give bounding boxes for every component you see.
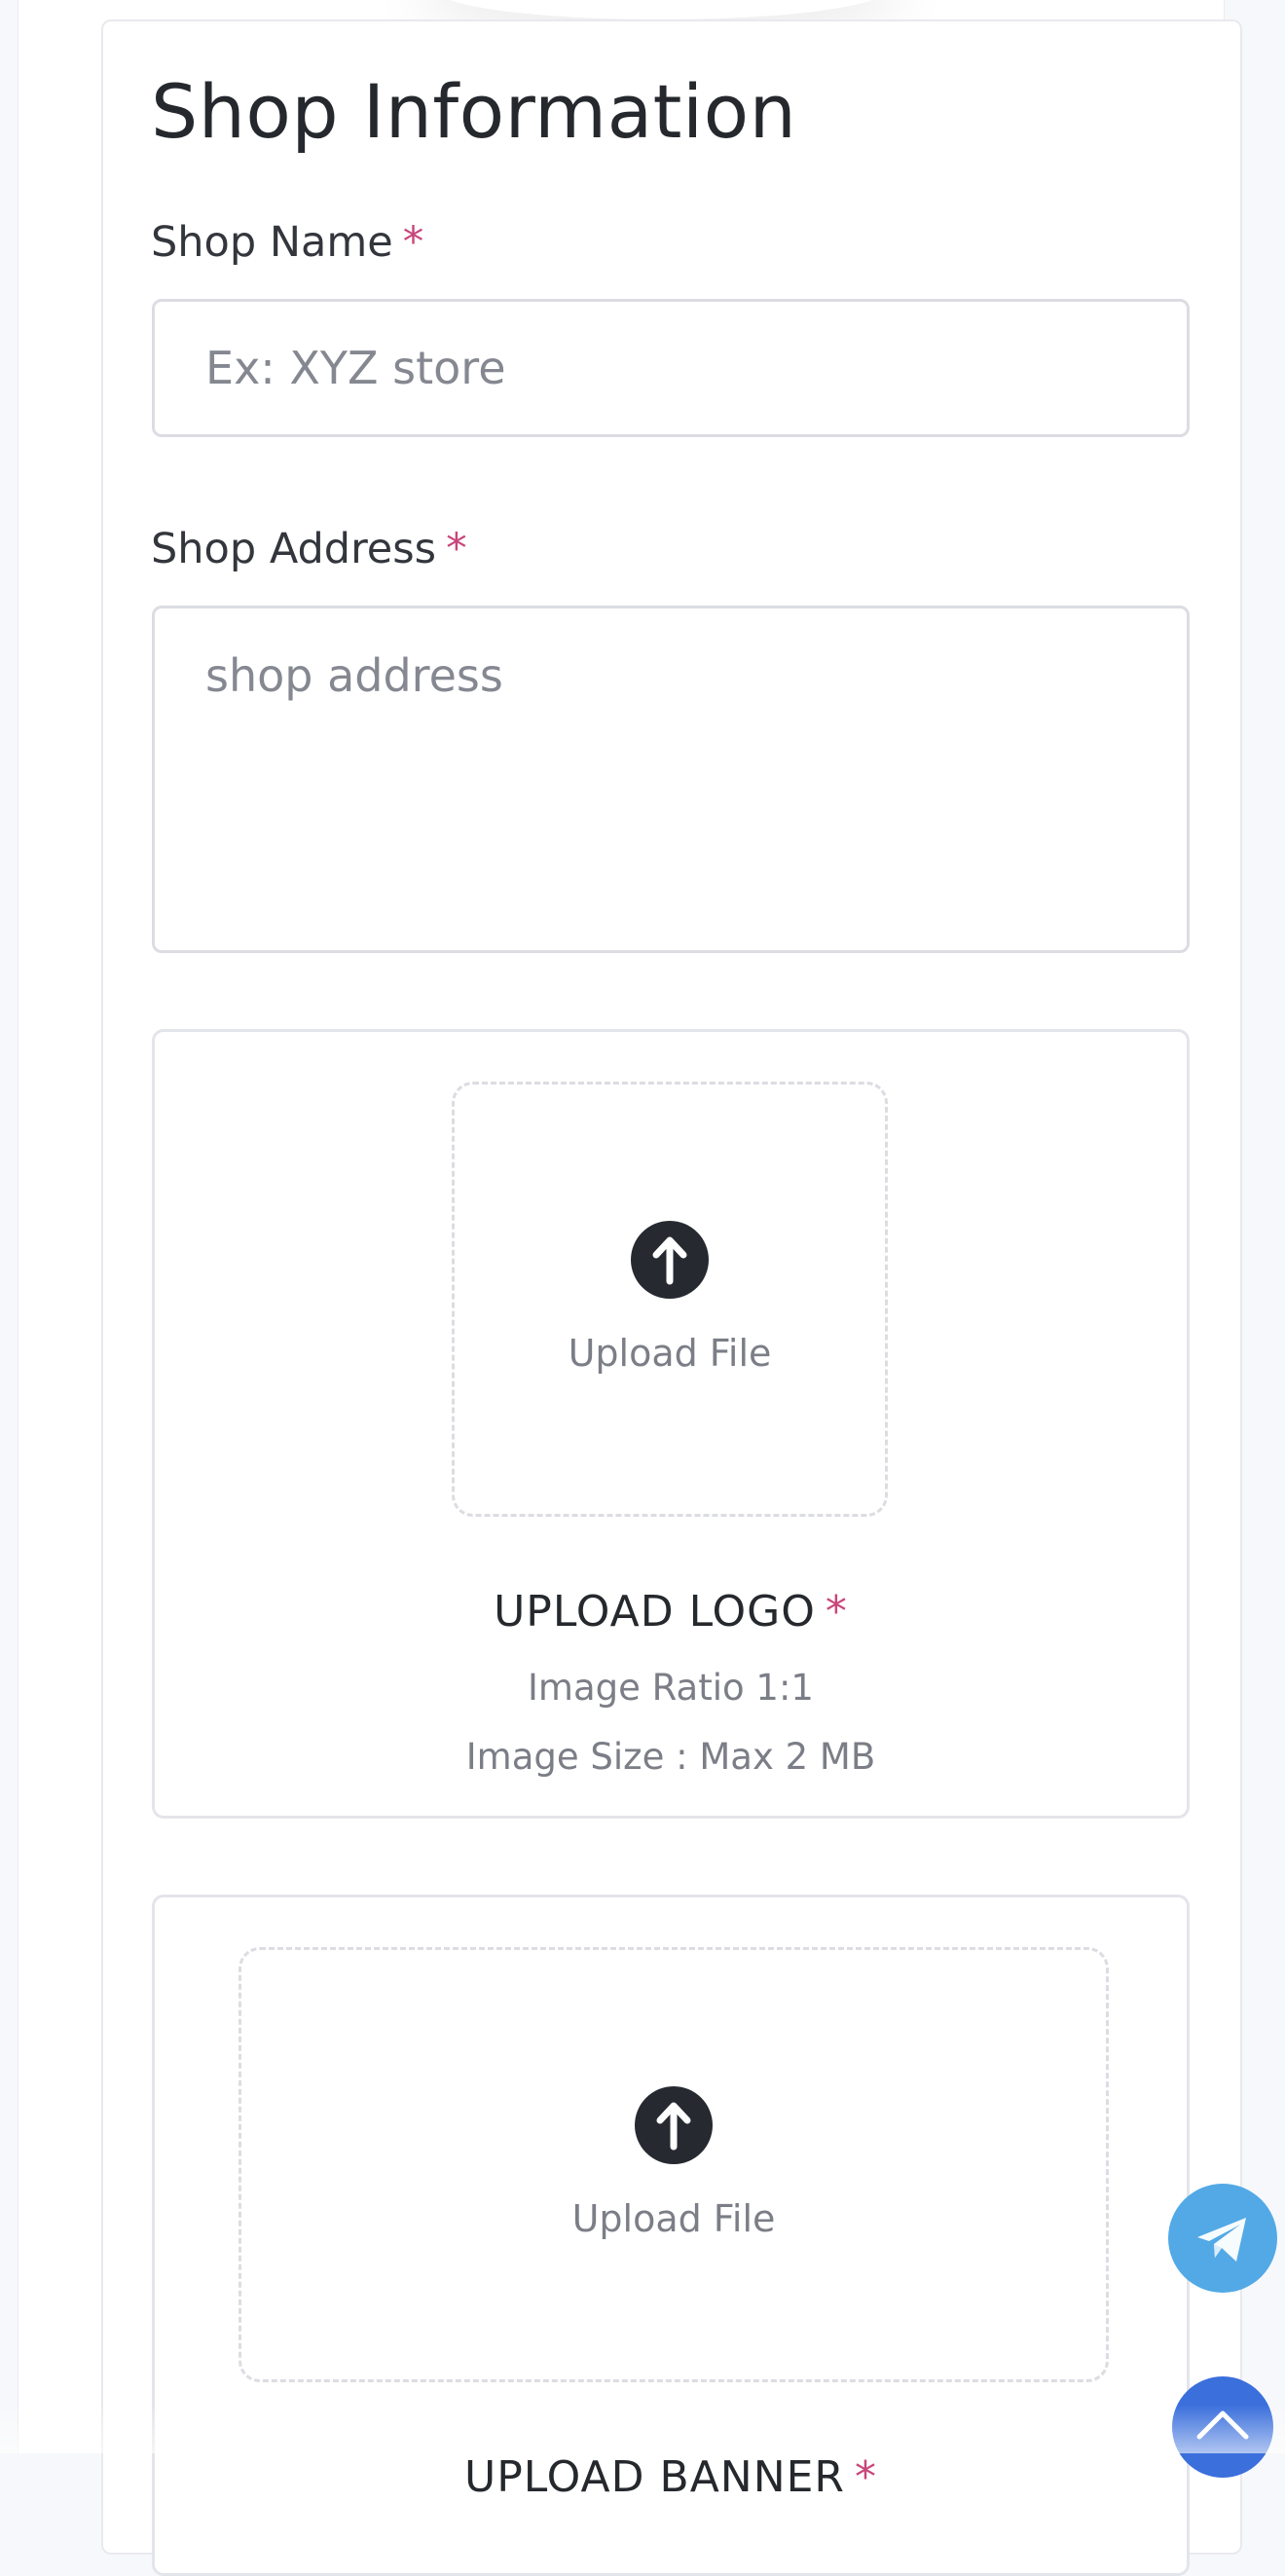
required-mark: * <box>825 1587 848 1637</box>
banner-upload-file-text: Upload File <box>571 2197 776 2240</box>
scroll-to-top-button[interactable] <box>1172 2376 1273 2478</box>
shop-address-label-text: Shop Address <box>151 525 437 573</box>
page-container: Shop Information Shop Name* Shop Address… <box>18 0 1242 2576</box>
section-title: Shop Information <box>151 68 797 155</box>
logo-dropzone[interactable]: Upload File <box>452 1082 888 1517</box>
shop-information-card: Shop Information Shop Name* Shop Address… <box>101 19 1242 2576</box>
required-mark: * <box>446 525 467 573</box>
shop-name-label-text: Shop Name <box>151 218 393 267</box>
banner-upload-panel: Upload File UPLOAD BANNER * <box>152 1895 1190 2576</box>
shop-name-label: Shop Name * <box>151 218 423 267</box>
chevron-up-icon <box>1196 2410 1249 2440</box>
telegram-button[interactable] <box>1168 2184 1277 2293</box>
required-mark: * <box>402 218 424 267</box>
logo-image-ratio: Image Ratio 1:1 <box>528 1667 814 1709</box>
logo-upload-file-text: Upload File <box>568 1332 772 1375</box>
upload-logo-title-text: UPLOAD LOGO <box>494 1587 816 1637</box>
banner-dropzone[interactable]: Upload File <box>239 1947 1109 2382</box>
shop-address-label: Shop Address * <box>151 525 467 573</box>
upload-arrow-icon <box>631 1221 709 1299</box>
shop-name-input[interactable] <box>152 299 1190 437</box>
upload-logo-title: UPLOAD LOGO * <box>155 1587 1187 1637</box>
logo-upload-panel: Upload File UPLOAD LOGO * Image Ratio 1:1… <box>152 1029 1190 1819</box>
upload-banner-title: UPLOAD BANNER * <box>155 2452 1187 2502</box>
telegram-icon <box>1197 2218 1246 2262</box>
header-shadow <box>437 0 885 19</box>
upload-arrow-icon <box>635 2086 713 2164</box>
shop-address-textarea[interactable] <box>152 606 1190 953</box>
upload-banner-title-text: UPLOAD BANNER <box>464 2452 845 2502</box>
logo-image-size: Image Size : Max 2 MB <box>465 1736 876 1778</box>
required-mark: * <box>855 2452 877 2502</box>
